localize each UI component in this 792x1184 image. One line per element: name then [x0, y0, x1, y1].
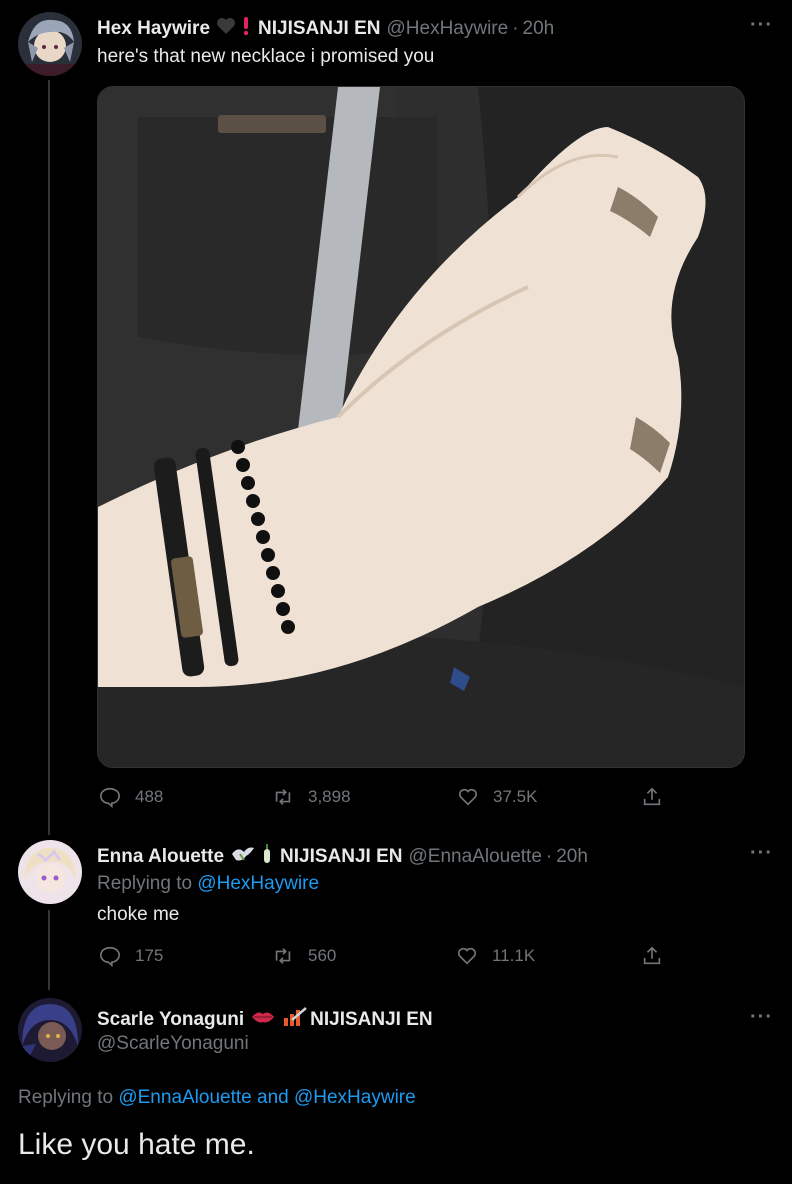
handle[interactable]: @ScarleYonaguni	[97, 1033, 249, 1055]
like-count: 37.5K	[493, 787, 538, 806]
lips-icon	[250, 1008, 276, 1032]
replying-prefix: Replying to	[97, 873, 193, 894]
handle[interactable]: @EnnaAlouette	[409, 846, 542, 868]
more-icon[interactable]: ···	[750, 14, 773, 37]
reply-button[interactable]: 488	[99, 786, 163, 808]
tweet-text: choke me	[97, 904, 180, 925]
tweet2-header: Enna Alouette NIJISANJI EN @EnnaAlouette…	[97, 843, 588, 871]
timestamp[interactable]: 20h	[523, 18, 555, 40]
more-icon[interactable]: ···	[750, 1006, 773, 1029]
exclamation-icon	[242, 16, 250, 42]
reply-icon	[100, 946, 120, 967]
replying-prefix: Replying to	[18, 1087, 114, 1108]
replying-to: Replying to @HexHaywire	[97, 873, 319, 895]
tweet3-header: Scarle Yonaguni NIJISANJI EN	[97, 1006, 433, 1034]
affiliation: NIJISANJI EN	[258, 18, 381, 39]
replying-to-link[interactable]: @EnnaAlouette and @HexHaywire	[118, 1087, 415, 1108]
thread-line-2	[48, 910, 50, 990]
retweet-icon	[275, 789, 291, 805]
like-count: 11.1K	[492, 946, 536, 965]
retweet-icon	[275, 948, 291, 964]
more-icon[interactable]: ···	[750, 842, 773, 865]
avatar-enna[interactable]	[18, 840, 82, 904]
like-button[interactable]: 37.5K	[457, 786, 537, 808]
like-button[interactable]: 11.1K	[456, 945, 535, 967]
share-icon	[643, 946, 661, 965]
thread-line-1	[48, 80, 50, 835]
like-icon	[457, 947, 477, 965]
separator-dot: ·	[512, 18, 519, 39]
bell-pepper-icon	[262, 843, 272, 871]
avatar-scarle[interactable]	[18, 998, 82, 1062]
reply-icon	[100, 787, 120, 808]
like-icon	[458, 788, 478, 806]
reply-count: 488	[135, 787, 164, 806]
reply-button[interactable]: 175	[99, 945, 163, 967]
dove-icon	[230, 844, 256, 870]
tweet1-header: Hex Haywire NIJISANJI EN @HexHaywire · 2…	[97, 16, 554, 42]
avatar-hex[interactable]	[18, 12, 82, 76]
reply-count: 175	[135, 946, 164, 965]
separator-dot: ·	[545, 846, 553, 867]
share-button[interactable]	[641, 786, 677, 808]
tweet-media-image[interactable]	[97, 86, 745, 768]
tweet-text: here's that new necklace i promised you	[97, 46, 435, 67]
affiliation: NIJISANJI EN	[280, 846, 403, 867]
affiliation: NIJISANJI EN	[310, 1009, 433, 1030]
display-name[interactable]: Enna Alouette	[97, 846, 224, 868]
black-heart-icon	[216, 17, 236, 41]
replying-to: Replying to @EnnaAlouette and @HexHaywir…	[18, 1087, 416, 1109]
display-name[interactable]: Hex Haywire	[97, 18, 210, 40]
timestamp[interactable]: 20h	[556, 846, 588, 868]
retweet-button[interactable]: 3,898	[272, 786, 351, 808]
share-button[interactable]	[641, 945, 677, 967]
replying-to-link[interactable]: @HexHaywire	[197, 873, 319, 894]
microphone-icon	[282, 1006, 308, 1034]
handle[interactable]: @HexHaywire	[387, 18, 509, 40]
share-icon	[643, 787, 661, 806]
display-name[interactable]: Scarle Yonaguni	[97, 1009, 244, 1031]
retweet-count: 3,898	[308, 787, 351, 806]
retweet-button[interactable]: 560	[272, 945, 336, 967]
retweet-count: 560	[308, 946, 337, 965]
focused-tweet-text: Like you hate me.	[18, 1128, 255, 1161]
